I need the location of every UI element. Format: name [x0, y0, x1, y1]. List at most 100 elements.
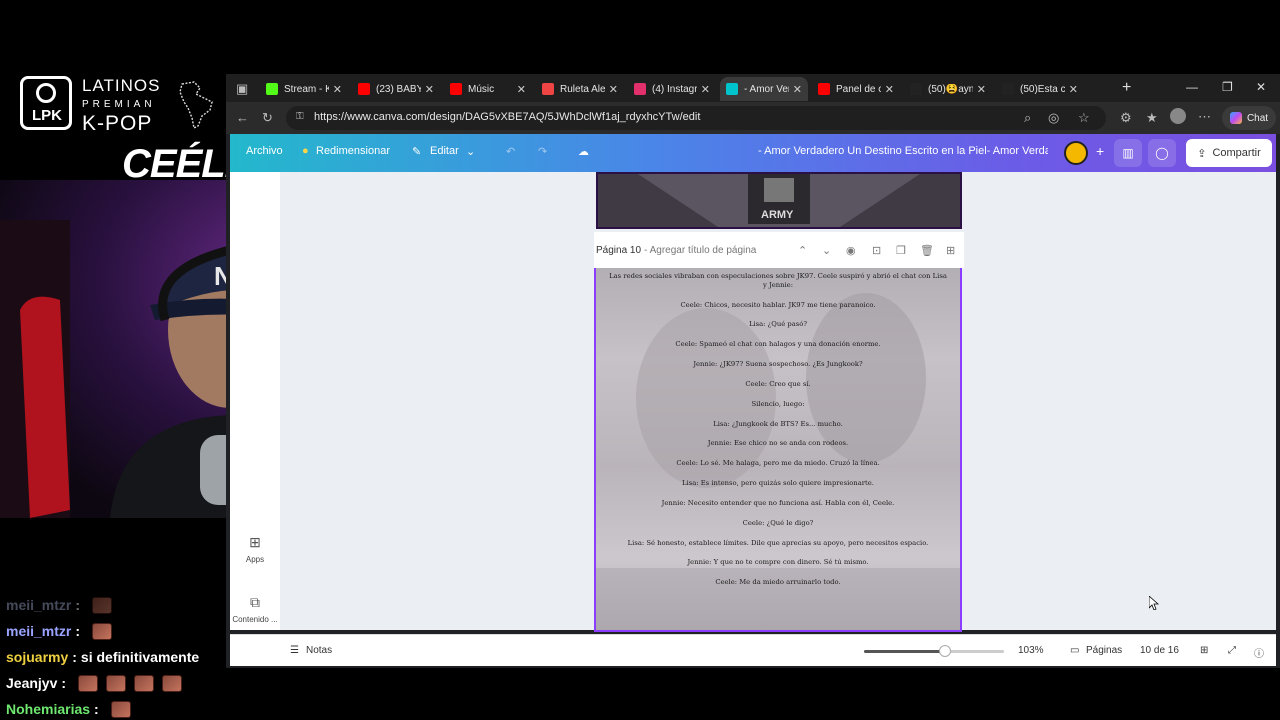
story-line[interactable]: Silencio, luego: [608, 400, 948, 409]
trash-icon[interactable]: 🗑 [920, 244, 934, 257]
profile-avatar[interactable] [1170, 108, 1186, 124]
page-number: Página 10 [596, 244, 642, 256]
story-line[interactable]: Jennie: Ese chico no se anda con rodeos. [608, 439, 948, 448]
menu-resize[interactable]: Redimensionar [316, 145, 390, 157]
browser-tab[interactable]: (50)😫ayn ✕ [904, 77, 992, 101]
extensions-icon[interactable]: ⚙ [1120, 110, 1132, 126]
user-avatar[interactable] [1064, 141, 1088, 165]
close-tab-icon[interactable]: ✕ [425, 83, 434, 96]
close-tab-icon[interactable]: ✕ [701, 83, 710, 96]
story-line[interactable]: Ceele: Chicos, necesito hablar. JK97 me … [608, 301, 948, 310]
chat-username: Jeanjyv [6, 675, 58, 691]
maximize-button[interactable]: ❐ [1222, 80, 1233, 94]
menu-file[interactable]: Archivo [246, 145, 283, 157]
story-line[interactable]: Ceele: Spameó el chat con halagos y una … [608, 340, 948, 349]
page-title-input[interactable]: - Agregar título de página [644, 245, 756, 256]
share-icon: ⇪ [1197, 147, 1207, 160]
close-tab-icon[interactable]: ✕ [333, 83, 342, 96]
story-line[interactable]: Lisa: Es intenso, pero quizás solo quier… [608, 479, 948, 488]
move-up-icon[interactable]: ⌃ [798, 244, 807, 257]
logo-short: LPK [32, 107, 62, 124]
browser-window: ▣ Stream - Ki✕(23) BABYM✕Músic✕Ruleta Al… [226, 74, 1280, 668]
browser-tab[interactable]: Panel de co ✕ [812, 77, 900, 101]
close-tab-icon[interactable]: ✕ [885, 83, 894, 96]
menu-edit[interactable]: Editar [430, 145, 459, 157]
new-tab-button[interactable]: + [1122, 79, 1131, 97]
page-header: Página 10 - Agregar título de página ⌃ ⌄… [594, 232, 964, 268]
story-line[interactable]: Las redes sociales vibraban con especula… [608, 272, 948, 290]
grid-view-icon[interactable]: ⊞ [1200, 645, 1208, 656]
copilot-chat-button[interactable]: Chat [1222, 106, 1276, 130]
minimize-button[interactable]: — [1186, 80, 1198, 94]
close-tab-icon[interactable]: ✕ [1069, 83, 1078, 96]
redo-button[interactable]: ↷ [538, 145, 547, 158]
rail-item-apps[interactable]: ⊞ Apps [230, 534, 280, 564]
pages-button[interactable]: Páginas [1086, 645, 1122, 656]
browser-tab[interactable]: (50)Esta cu ✕ [996, 77, 1084, 101]
insights-icon[interactable]: ▥ [1114, 139, 1142, 167]
zoom-slider[interactable] [864, 645, 1004, 657]
document-title[interactable]: - Amor Verdadero Un Destino Escrito en l… [758, 145, 1048, 157]
help-icon[interactable]: ⓘ [1254, 645, 1264, 660]
reader-icon[interactable]: ◎ [1048, 110, 1059, 126]
add-page-icon[interactable]: ⊞ [946, 244, 955, 257]
tab-favicon-icon [634, 83, 646, 95]
close-tab-icon[interactable]: ✕ [517, 83, 526, 96]
story-line[interactable]: Ceele: Creo que sí. [608, 380, 948, 389]
story-line[interactable]: Jennie: ¿JK97? Suena sospechoso. ¿Es Jun… [608, 360, 948, 369]
back-icon[interactable]: ← [236, 110, 249, 125]
browser-tab[interactable]: Ruleta Alea ✕ [536, 77, 624, 101]
lock-icon[interactable]: ⊡ [872, 244, 881, 257]
tab-title: Stream - Ki [284, 83, 329, 95]
story-line[interactable]: Ceele: ¿Qué le digo? [608, 519, 948, 528]
undo-button[interactable]: ↶ [506, 145, 515, 158]
design-page[interactable]: Las redes sociales vibraban con especula… [594, 268, 962, 632]
chat-message: Nohemiarias: [6, 696, 226, 720]
browser-tab[interactable]: Músic ✕ [444, 77, 532, 101]
tab-title: (23) BABYM [376, 83, 421, 95]
browser-tab[interactable]: - Amor Ver ✕ [720, 77, 808, 101]
story-text[interactable]: Las redes sociales vibraban con especula… [608, 272, 948, 598]
browser-tab[interactable]: Stream - Ki ✕ [260, 77, 348, 101]
address-bar[interactable]: ⚿ https://www.canva.com/design/DAG5vXBE7… [286, 106, 1106, 130]
previous-page-preview[interactable]: ARMY [596, 172, 962, 229]
fullscreen-icon[interactable]: ⤢ [1228, 645, 1236, 656]
favorite-star-icon[interactable]: ☆ [1078, 110, 1090, 126]
more-menu-icon[interactable]: ⋯ [1198, 109, 1211, 125]
reload-icon[interactable]: ↻ [262, 110, 273, 126]
favorites-icon[interactable]: ★ [1146, 110, 1158, 126]
browser-tab[interactable]: (4) Instagra ✕ [628, 77, 716, 101]
chat-message: meii_mtzr: [6, 592, 226, 618]
browser-tab[interactable]: (23) BABYM ✕ [352, 77, 440, 101]
close-tab-icon[interactable]: ✕ [977, 83, 986, 96]
story-line[interactable]: Lisa: ¿Jungkook de BTS? Es... mucho. [608, 420, 948, 429]
mouse-cursor [1148, 595, 1160, 615]
hide-page-icon[interactable]: ◉ [846, 244, 856, 257]
chevron-down-icon[interactable]: ⌄ [466, 145, 475, 158]
site-info-icon[interactable]: ⚿ [296, 111, 304, 122]
close-window-button[interactable]: ✕ [1256, 80, 1266, 94]
rail-item-contenido[interactable]: ⧉ Contenido ... [230, 594, 280, 624]
emote-icon [110, 700, 131, 718]
duplicate-icon[interactable]: ❐ [896, 244, 906, 257]
url-text[interactable]: https://www.canva.com/design/DAG5vXBE7AQ… [314, 111, 700, 123]
move-down-icon[interactable]: ⌄ [822, 244, 831, 257]
story-line[interactable]: Ceele: Lo sé. Me halaga, pero me da mied… [608, 459, 948, 468]
zoom-icon[interactable]: ⌕ [1024, 110, 1031, 126]
tab-actions-icon[interactable]: ▣ [236, 81, 248, 97]
story-line[interactable]: Lisa: ¿Qué pasó? [608, 320, 948, 329]
zoom-slider-handle[interactable] [939, 645, 952, 657]
comment-icon[interactable]: ◯ [1148, 139, 1176, 167]
share-button[interactable]: ⇪ Compartir [1186, 139, 1272, 167]
add-collaborator-icon[interactable]: + [1096, 143, 1104, 159]
notes-button[interactable]: Notas [306, 645, 332, 656]
close-tab-icon[interactable]: ✕ [609, 83, 618, 96]
story-line[interactable]: Ceele: Me da miedo arruinarlo todo. [608, 578, 948, 587]
story-line[interactable]: Jennie: Necesito entender que no funcion… [608, 499, 948, 508]
brand-line-2: PREMIAN [82, 99, 156, 110]
story-line[interactable]: Lisa: Sé honesto, establece límites. Dil… [608, 539, 948, 548]
tab-title: Músic [468, 83, 495, 95]
zoom-level[interactable]: 103% [1018, 645, 1044, 656]
close-tab-icon[interactable]: ✕ [793, 83, 802, 96]
story-line[interactable]: Jennie: Y que no te compre con dinero. S… [608, 558, 948, 567]
